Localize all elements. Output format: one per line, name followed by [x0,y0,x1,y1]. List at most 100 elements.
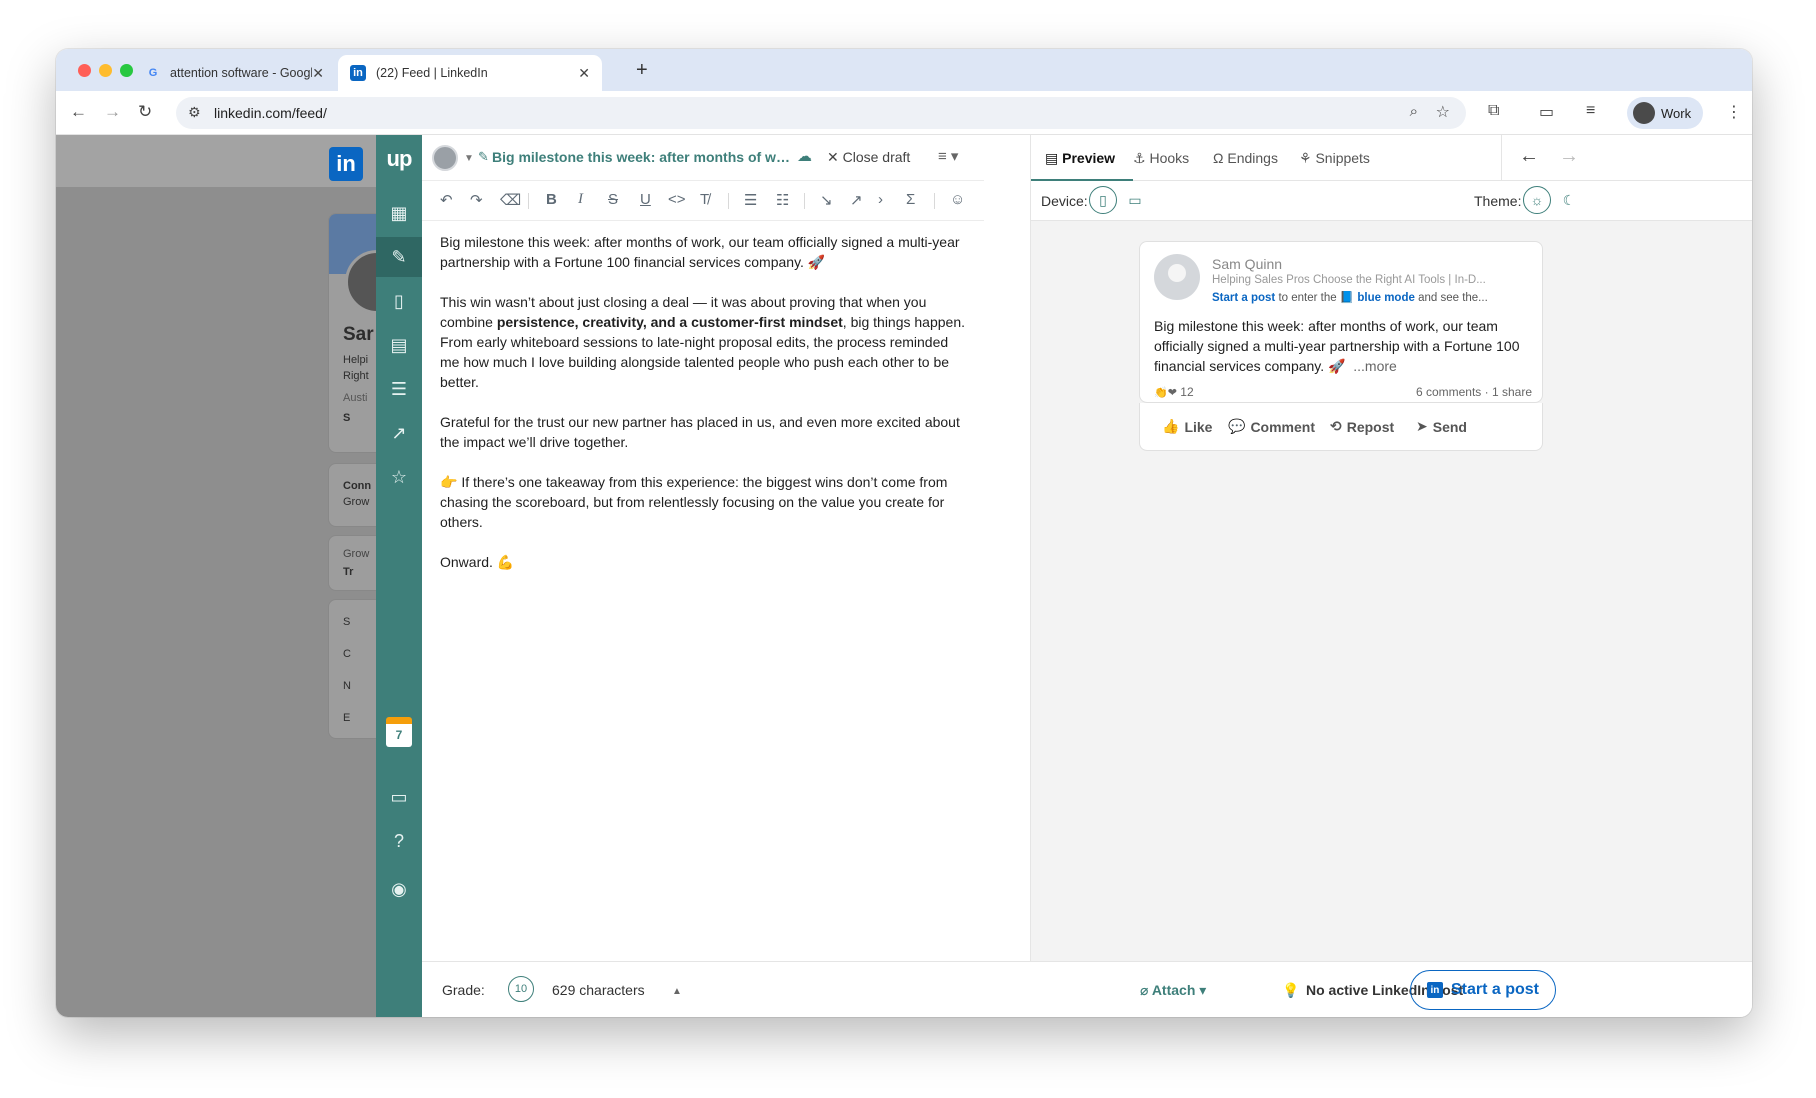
repost-icon: ⟲ [1330,418,1342,434]
attach-button[interactable]: ⌀ Attach ▾ [1140,982,1206,999]
reaction-count[interactable]: 12 [1180,385,1193,399]
profile-name: Sar [343,324,374,345]
chevron-down-icon[interactable]: ▼ [464,153,474,164]
bullet-list-icon[interactable]: ☰ [744,191,757,209]
attach-label: Attach [1151,982,1196,998]
code-icon[interactable]: <> [668,191,686,208]
author-avatar[interactable] [432,145,458,171]
forward-arrow-icon[interactable]: → [1559,145,1579,168]
toolbar-divider [804,193,805,209]
tab-snippets[interactable]: ⚘ Snippets [1299,150,1370,167]
eraser-icon[interactable]: ⌫ [500,191,521,209]
close-tab-icon[interactable]: ✕ [312,65,324,82]
dashboard-icon[interactable]: ▦ [376,193,422,233]
arrow-up-right-icon[interactable]: ↗ [850,191,863,209]
close-window-button[interactable] [78,64,91,77]
tab-title: attention software - Google S [170,66,312,80]
light-theme-icon[interactable]: ☼ [1523,186,1551,214]
post-paragraph: 👉 If there’s one takeaway from this expe… [440,474,948,530]
zoom-window-button[interactable] [120,64,133,77]
new-tab-icon[interactable]: + [636,59,648,82]
chevron-up-icon[interactable]: ▲ [672,986,682,997]
back-icon[interactable]: ← [70,102,87,122]
forward-icon[interactable]: → [104,102,121,122]
calendar-icon[interactable]: ▤ [376,325,422,365]
tab-divider [1501,135,1502,181]
close-tab-icon[interactable]: ✕ [578,65,590,82]
tab-linkedin-feed[interactable]: in (22) Feed | LinkedIn ✕ [338,55,602,91]
draft-title[interactable]: Big milestone this week: after months of… [492,149,792,165]
more-menu-icon[interactable]: ⋮ [1726,102,1742,122]
mobile-device-icon[interactable]: ▯ [1089,186,1117,214]
minimize-window-button[interactable] [99,64,112,77]
underline-icon[interactable]: U [640,191,651,208]
back-arrow-icon[interactable]: ← [1519,145,1539,168]
document-icon[interactable]: ▯ [376,281,422,321]
page-content: in Sar Helpi Right Austi S Conn Grow Gro… [56,135,1752,1017]
sigma-icon[interactable]: Σ [906,191,915,208]
undo-icon[interactable]: ↶ [440,191,453,209]
calendar-date-icon[interactable]: 7 [386,717,412,747]
site-settings-icon[interactable]: ⚙ [188,104,201,121]
account-icon[interactable]: ◉ [376,869,422,909]
repost-button[interactable]: ⟲ Repost [1330,418,1394,435]
italic-icon[interactable]: I [578,191,583,208]
google-icon: G [148,67,158,79]
chevron-right-icon[interactable]: › [878,191,883,208]
inbox-icon[interactable]: ▭ [376,777,422,817]
menu-icon[interactable]: ≡ ▾ [938,147,958,165]
tab-google-search[interactable]: G attention software - Google S ✕ [134,55,336,91]
grade-score[interactable]: 10 [508,976,534,1002]
blue-mode-link[interactable]: blue mode [1357,292,1415,304]
address-bar[interactable]: ⚙ linkedin.com/feed/ ⌕ ☆ [176,97,1466,129]
shortcut-item[interactable]: S [343,616,350,628]
comment-button[interactable]: 💬 Comment [1228,418,1315,435]
cast-icon[interactable]: ▭ [1539,102,1554,122]
post-body-editor[interactable]: Big milestone this week: after months of… [440,232,970,592]
profile-label: Work [1661,105,1692,121]
editor-header: ▼ ✎ Big milestone this week: after month… [422,135,984,181]
cloud-saved-icon: ☁ [797,148,812,165]
bold-icon[interactable]: B [546,191,557,208]
format-toolbar: ↶ ↷ ⌫ B I S U <> T̸ ☰ ☷ ↘ ↗ › Σ ☺ [422,181,984,221]
start-post-button[interactable]: in Start a post [1410,970,1556,1010]
tab-hooks[interactable]: ⚓ Hooks [1133,150,1189,167]
media-icon[interactable]: ≡ [1586,102,1595,120]
desktop-device-icon[interactable]: ▭ [1121,186,1149,214]
like-button[interactable]: 👍 Like [1162,418,1212,435]
bookmark-star-icon[interactable]: ☆ [376,457,422,497]
analytics-icon[interactable]: ↗ [376,413,422,453]
draft-editor: ▼ ✎ Big milestone this week: after month… [422,135,984,1017]
shortcut-item[interactable]: C [343,648,351,660]
help-icon[interactable]: ? [376,821,422,861]
close-draft-button[interactable]: ✕ Close draft [827,149,910,166]
profile-location: Austi [343,392,368,404]
zoom-icon[interactable]: ⌕ [1410,103,1418,120]
archive-icon[interactable]: ☰ [376,369,422,409]
editor-pen-icon[interactable]: ✎ [376,237,422,277]
thumbs-up-icon: 👍 [1162,418,1180,434]
connections-sub: Grow [343,496,370,508]
arrow-down-right-icon[interactable]: ↘ [820,191,833,209]
shortcut-item[interactable]: N [343,680,351,692]
tab-endings[interactable]: Ω Endings [1213,150,1278,166]
start-post-link[interactable]: Start a post [1212,292,1275,304]
extension-logo[interactable]: up [376,141,422,177]
reload-icon[interactable]: ↻ [138,102,152,122]
dark-theme-icon[interactable]: ☾ [1555,186,1583,214]
extensions-icon[interactable]: ⧉ [1488,102,1499,120]
clear-format-icon[interactable]: T̸ [700,191,709,208]
send-button[interactable]: ➤ Send [1416,418,1467,435]
shortcut-item[interactable]: E [343,712,350,724]
emoji-icon[interactable]: ☺ [950,191,965,208]
profile-button[interactable]: Work [1627,97,1704,129]
premium-item: Tr [343,566,354,578]
linkedin-logo[interactable]: in [329,147,363,181]
comments-shares-count[interactable]: 6 comments · 1 share [1416,385,1532,399]
tab-preview[interactable]: ▤ Preview [1045,150,1115,167]
redo-icon[interactable]: ↷ [470,191,483,209]
bookmark-star-icon[interactable]: ☆ [1436,102,1450,122]
numbered-list-icon[interactable]: ☷ [776,191,789,209]
see-more-link[interactable]: ...more [1353,358,1397,374]
strikethrough-icon[interactable]: S [608,191,618,208]
